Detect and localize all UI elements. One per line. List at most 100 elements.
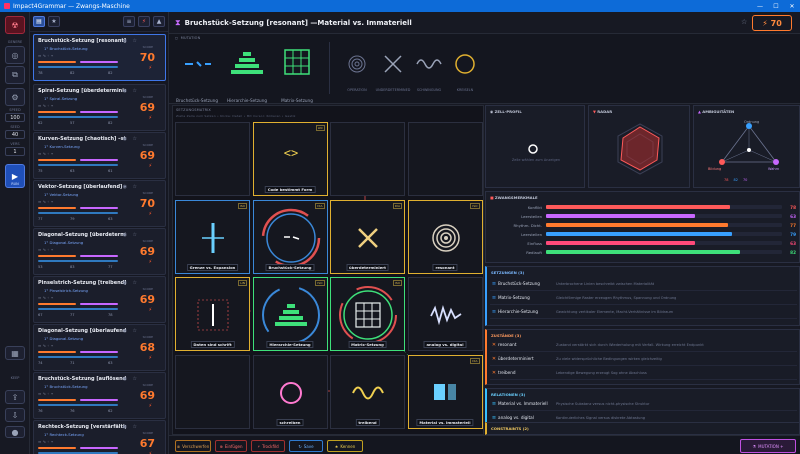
kennen-button[interactable]: ★ Kennen <box>327 440 363 452</box>
trockfild-button[interactable]: ⚡ Trockfild <box>251 440 285 452</box>
matrix-cell[interactable]: ISO Matrix-Setzung <box>330 277 405 351</box>
maximize-button[interactable]: ☐ <box>768 0 784 12</box>
eye-icon[interactable]: ◉ <box>123 136 127 142</box>
matrix-cell[interactable]: DIA Bruchstück-Setzung <box>252 199 328 274</box>
star-icon[interactable]: ☆ <box>133 232 137 238</box>
setzungen-row-name: Hierarchie-Setzung <box>498 309 539 314</box>
stat-track <box>546 241 782 245</box>
list-item[interactable]: Spiral-Setzung [überdeterminiert] ◉ ☆ 1° Sp… <box>33 84 166 131</box>
loops-button[interactable]: ⧉ <box>5 66 25 84</box>
import-icon[interactable]: ⇩ <box>5 408 25 422</box>
matrix-cell-tag: DIA <box>392 202 402 209</box>
list-view-icon[interactable]: ▤ <box>33 16 45 27</box>
list-item-meta-icons: ≈ ∿ ◦ ⌁ <box>38 103 54 108</box>
export-icon[interactable]: ⇪ <box>5 390 25 404</box>
vers-value[interactable]: 1 <box>5 147 25 156</box>
setzungen-row[interactable]: ≡ Bruchstück-Setzung Unterbrochene Linien … <box>490 277 797 291</box>
list-item-bar-a <box>38 207 76 209</box>
matrix-cell[interactable]: DIA Material vs. Immateriell <box>407 354 483 429</box>
favorite-star-icon[interactable]: ☆ <box>741 18 747 26</box>
matrix-cell[interactable]: treibend <box>330 354 405 429</box>
matrix-cell[interactable]: DIA überdeterminiert <box>330 199 405 274</box>
matrix-cell-empty[interactable] <box>330 122 405 196</box>
setzungen-row[interactable]: ≡ Matrix-Setzung Gleichförmige Raster erze… <box>490 291 797 305</box>
eye-icon[interactable]: ◉ <box>123 424 127 430</box>
list-item-score: 68 <box>139 341 155 354</box>
mutation-bruchstueck[interactable]: Bruchstück-Setzung <box>173 42 221 103</box>
genere-button[interactable]: ◎ <box>5 46 25 64</box>
eye-icon[interactable]: ◉ <box>123 376 127 382</box>
warning-filter-icon[interactable]: ▲ <box>153 16 165 27</box>
star-icon[interactable]: ☆ <box>133 424 137 430</box>
star-icon[interactable]: ☆ <box>133 184 137 190</box>
bolt-filter-icon[interactable]: ⚡ <box>138 16 150 27</box>
list-item-n2: 63 <box>70 169 75 173</box>
eye-icon[interactable]: ◉ <box>123 38 127 44</box>
list-item-score: 70 <box>139 51 155 64</box>
list-item-score: 69 <box>139 101 155 114</box>
relationen-row[interactable]: ≡ Material vs. Immateriell Physische Subst… <box>490 397 797 411</box>
list-item[interactable]: Vektor-Setzung [überlaufend] –... ◉ ☆ 1° Ve… <box>33 180 166 227</box>
list-item-score-label: SCORE <box>142 383 153 387</box>
speed-button[interactable]: ⚙ <box>5 88 25 106</box>
matrix-cell[interactable]: LIN Daten sind schrift <box>175 277 250 351</box>
star-icon[interactable]: ☆ <box>133 328 137 334</box>
mutation-hierarchie[interactable]: Hierarchie-Setzung <box>223 42 271 103</box>
list-item-n2: 76 <box>70 409 75 413</box>
lines-icon: ≡ <box>491 400 497 407</box>
speed-value[interactable]: 100 <box>5 113 25 122</box>
matrix-cell-empty[interactable] <box>407 122 483 196</box>
zustaende-row[interactable]: ✕ überdeterminiert Zu viele widersprüchlic… <box>490 352 797 366</box>
eye-icon[interactable]: ◉ <box>123 328 127 334</box>
list-item[interactable]: Bruchstück-Setzung [resonant] ◉ ☆ 1° Bruchs… <box>33 34 166 81</box>
setzungen-row[interactable]: ≡ Hierarchie-Setzung Gewichtung vertikaler… <box>490 305 797 319</box>
star-icon[interactable]: ☆ <box>133 376 137 382</box>
save-button[interactable]: ↻ Save <box>289 440 323 452</box>
list-item[interactable]: Pinselstrich-Setzung [treibend] –...◉ ☆ 1°… <box>33 276 166 323</box>
matrix-cell[interactable]: schreiben <box>252 354 328 429</box>
verschwerfen-button[interactable]: ⊗ Verschwerfen <box>175 440 211 452</box>
list-item-score-label: SCORE <box>142 239 153 243</box>
matrix-cell-empty[interactable] <box>175 354 250 429</box>
list-item-bar-b <box>80 255 118 257</box>
list-item[interactable]: Rechteck-Setzung [verstärfältigend...◉ ☆ 1… <box>33 420 166 454</box>
list-item-score-label: SCORE <box>142 45 153 49</box>
op-kreiseln[interactable]: KREISELN <box>441 42 489 92</box>
stat-fill <box>546 214 695 218</box>
constraints-panel[interactable]: CONSTRAINTS (2) <box>485 422 800 435</box>
minimize-button[interactable]: — <box>752 0 768 12</box>
list-item-score-label: SCORE <box>142 431 153 435</box>
grid-view-icon[interactable]: ▦ <box>5 346 25 360</box>
list-item[interactable]: Bruchstück-Setzung [auflösend] –...◉ ☆ 1° … <box>33 372 166 419</box>
star-icon[interactable]: ☆ <box>133 280 137 286</box>
zustaende-row[interactable]: ✕ treibend Lebendige Bewegung erzeugt Sog … <box>490 366 797 380</box>
list-item[interactable]: Kurven-Setzung [chaotisch] –stati...◉ ☆ 1°… <box>33 132 166 179</box>
eye-icon[interactable]: ◉ <box>123 88 127 94</box>
matrix-cell[interactable]: analog vs. digital <box>407 277 483 351</box>
matrix-cell[interactable]: <> LIN Code bestimmt Form <box>252 122 328 196</box>
star-icon[interactable]: ☆ <box>133 88 137 94</box>
close-button[interactable]: ✕ <box>784 0 800 12</box>
favorite-filter-icon[interactable]: ★ <box>48 16 60 27</box>
star-icon[interactable]: ☆ <box>133 136 137 142</box>
einfuegen-button[interactable]: ⊕ Einfügen <box>215 440 247 452</box>
eye-icon[interactable]: ◉ <box>123 184 127 190</box>
zustaende-row[interactable]: ✕ resonant Zustand verstärkt sich durch Wi… <box>490 338 797 352</box>
stat-fill <box>546 223 728 227</box>
eye-icon[interactable]: ◉ <box>123 280 127 286</box>
eye-icon[interactable]: ◉ <box>123 232 127 238</box>
sort-icon[interactable]: ≡ <box>123 16 135 27</box>
list-item[interactable]: Diagonal-Setzung [überdeterminie...◉ ☆ 1° … <box>33 228 166 275</box>
seed-value[interactable]: 40 <box>5 130 25 139</box>
stat-track <box>546 223 782 227</box>
list-item[interactable]: Diagonal-Setzung [überlaufend] –...◉ ☆ 1° … <box>33 324 166 371</box>
matrix-cell-empty[interactable] <box>175 122 250 196</box>
matrix-cell[interactable]: ISO resonant <box>407 199 483 274</box>
matrix-cell[interactable]: ISO Hierarchie-Setzung <box>252 277 328 351</box>
star-icon[interactable]: ☆ <box>133 38 137 44</box>
mutation-button[interactable]: ⚗ MUTATION + <box>740 439 796 453</box>
matrix-cell[interactable]: ISO Grenze vs. Expansion <box>175 199 250 274</box>
mutation-matrix[interactable]: Matrix-Setzung <box>273 42 321 103</box>
radiation-icon[interactable]: ☢ <box>5 16 25 34</box>
list-item-bar-b <box>80 207 118 209</box>
